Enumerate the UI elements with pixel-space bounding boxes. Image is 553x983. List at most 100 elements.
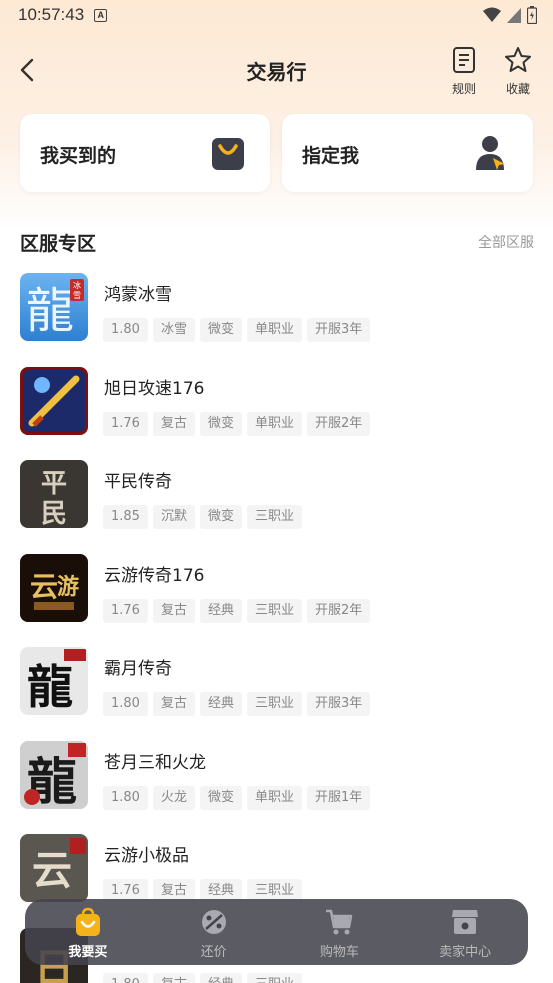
tag: 经典 [199, 972, 242, 983]
tag: 火龙 [152, 785, 195, 810]
tag: 1.80 [103, 318, 148, 342]
tab-bargain[interactable]: 还价 [151, 899, 277, 965]
tag: 1.76 [103, 598, 148, 623]
tag: 1.76 [103, 411, 148, 436]
tag: 微变 [199, 318, 242, 342]
store-icon [452, 910, 479, 934]
user-pointer-icon [476, 136, 505, 170]
game-name: 云游传奇176 [104, 565, 205, 586]
game-icon: 龍 [20, 740, 88, 809]
game-icon: 云游 [20, 553, 88, 622]
rules-label: 规则 [451, 82, 476, 96]
tag: 三职业 [246, 598, 302, 623]
favorites-button[interactable]: 收藏 [498, 46, 538, 97]
tag: 经典 [199, 598, 242, 623]
tag: 单职业 [246, 318, 302, 342]
game-tags: 1.76 复古 经典 三职业 开服2年 [103, 598, 371, 623]
game-tags: 1.76 复古 微变 单职业 开服2年 [103, 411, 371, 436]
tag: 微变 [199, 505, 242, 529]
tag: 复古 [152, 598, 195, 623]
tag: 开服3年 [307, 318, 371, 342]
status-time: 10:57:43 [18, 5, 85, 24]
tag: 微变 [199, 785, 242, 810]
svg-text:云: 云 [30, 570, 58, 603]
game-name: 霸月传奇 [104, 659, 172, 679]
game-name: 旭日攻速176 [104, 378, 205, 399]
tab-cart-label: 购物车 [319, 945, 359, 960]
tag: 单职业 [246, 785, 302, 810]
game-icon: 龍冰雪 [20, 273, 88, 341]
game-name: 云游小极品 [104, 846, 189, 866]
tag: 复古 [152, 692, 195, 716]
tab-seller-center[interactable]: 卖家中心 [402, 899, 528, 965]
tag: 经典 [199, 692, 242, 716]
shopping-bag-icon [212, 138, 244, 170]
svg-text:冰: 冰 [73, 280, 81, 290]
svg-text:云: 云 [32, 847, 72, 894]
game-tags: 1.80 复古 经典 三职业 开服3年 [103, 692, 371, 716]
status-icons [483, 6, 537, 24]
game-item[interactable]: 云游 云游传奇176 1.76 复古 经典 三职业 开服2年 [0, 552, 553, 646]
game-name: 平民传奇 [104, 472, 172, 492]
tag: 1.85 [103, 505, 148, 529]
svg-text:平: 平 [41, 469, 67, 499]
svg-text:雪: 雪 [73, 291, 81, 300]
game-item[interactable]: 龍 霸月传奇 1.80 复古 经典 三职业 开服3年 [0, 645, 553, 739]
tag: 微变 [199, 411, 242, 436]
game-item[interactable]: 龍冰雪 鸿蒙冰雪 1.80 冰雪 微变 单职业 开服3年 [0, 271, 553, 365]
tab-cart[interactable]: 购物车 [277, 899, 403, 965]
game-list: 龍冰雪 鸿蒙冰雪 1.80 冰雪 微变 单职业 开服3年 旭日攻速176 1.7… [0, 271, 553, 983]
assigned-to-me-label: 指定我 [302, 145, 360, 167]
tag: 开服2年 [307, 411, 371, 436]
signal-icon [507, 8, 521, 23]
bottom-tab-bar: 我要买 还价 购物车 卖家中心 [25, 899, 528, 965]
game-item[interactable]: 旭日攻速176 1.76 复古 微变 单职业 开服2年 [0, 365, 553, 459]
tag: 1.80 [103, 692, 148, 716]
game-icon: 云 [20, 834, 88, 902]
svg-text:龍: 龍 [26, 283, 74, 339]
tag: 1.80 [103, 972, 148, 983]
assigned-to-me-card[interactable]: 指定我 [282, 114, 533, 192]
tab-bargain-label: 还价 [200, 945, 227, 960]
game-name: 鸿蒙冰雪 [104, 285, 172, 305]
document-icon [453, 47, 475, 73]
my-purchases-card[interactable]: 我买到的 [20, 114, 270, 192]
svg-text:民: 民 [41, 499, 67, 528]
tab-seller-center-label: 卖家中心 [439, 945, 492, 960]
game-icon: 龍 [20, 647, 88, 715]
svg-text:游: 游 [57, 574, 79, 600]
game-tags: 1.80 火龙 微变 单职业 开服1年 [103, 785, 371, 810]
rules-button[interactable]: 规则 [444, 46, 484, 97]
game-tags: 1.85 沉默 微变 三职业 [103, 505, 302, 529]
tag: 1.80 [103, 785, 148, 810]
tab-buy[interactable]: 我要买 [25, 899, 151, 965]
tag: 开服2年 [307, 598, 371, 623]
tag: 复古 [152, 411, 195, 436]
favorites-label: 收藏 [505, 82, 530, 96]
tag: 三职业 [246, 692, 302, 716]
nav-bar: 交易行 规则 收藏 [0, 44, 553, 96]
cart-icon [326, 909, 353, 935]
tag: 三职业 [246, 505, 302, 529]
tag: 冰雪 [152, 318, 195, 342]
wifi-icon [483, 7, 501, 22]
tag: 开服1年 [307, 785, 371, 810]
section-title: 区服专区 [20, 233, 97, 255]
game-item[interactable]: 平民 平民传奇 1.85 沉默 微变 三职业 [0, 458, 553, 552]
game-tags: 1.80 冰雪 微变 单职业 开服3年 [103, 318, 371, 342]
tab-buy-label: 我要买 [68, 945, 108, 960]
status-bar: 10:57:43 A [0, 0, 553, 30]
game-item[interactable]: 龍 苍月三和火龙 1.80 火龙 微变 单职业 开服1年 [0, 739, 553, 833]
shopping-bag-icon [75, 907, 100, 936]
tag: 三职业 [246, 972, 302, 983]
game-icon: 平民 [20, 460, 88, 528]
my-purchases-label: 我买到的 [40, 145, 117, 167]
tag: 单职业 [246, 411, 302, 436]
all-servers-link[interactable]: 全部区服 [478, 232, 534, 252]
game-icon [20, 366, 88, 435]
notification-badge: A [94, 8, 108, 22]
game-tags: 1.80 复古 经典 三职业 [103, 972, 302, 983]
svg-text:龍: 龍 [27, 660, 73, 714]
battery-icon [527, 6, 537, 24]
tag: 开服3年 [307, 692, 371, 716]
